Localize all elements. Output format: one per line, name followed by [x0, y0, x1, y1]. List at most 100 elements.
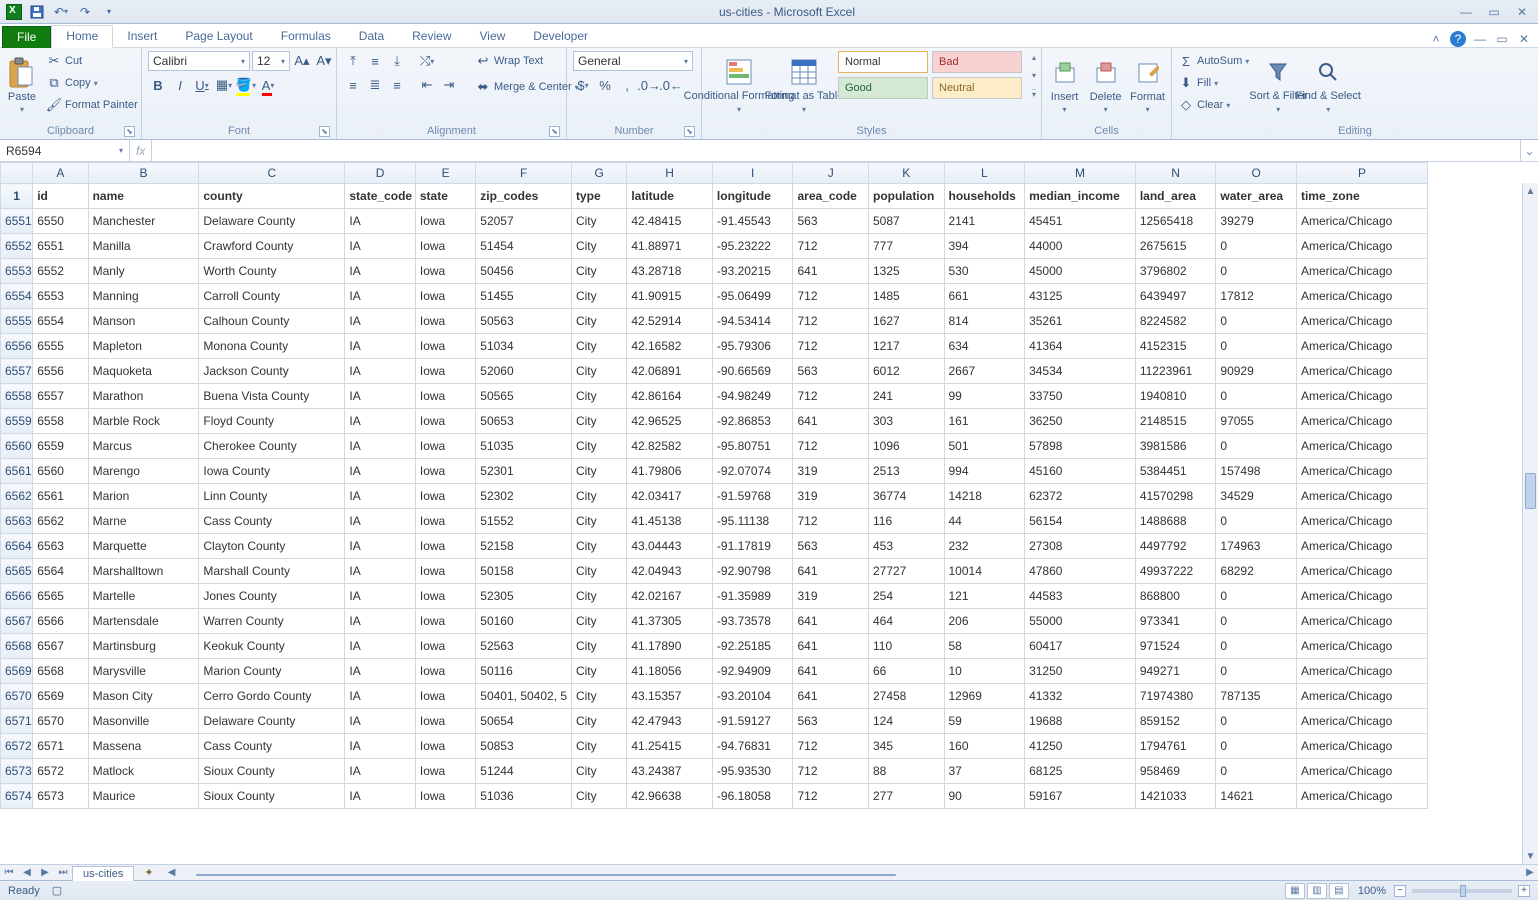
- cell[interactable]: Marion County: [199, 659, 345, 684]
- cell[interactable]: 44: [944, 509, 1025, 534]
- cell[interactable]: 43.04443: [627, 534, 713, 559]
- cell[interactable]: -91.17819: [712, 534, 793, 559]
- ribbon-tab-insert[interactable]: Insert: [113, 26, 171, 47]
- cell[interactable]: City: [571, 784, 626, 809]
- row-header[interactable]: 6562: [1, 484, 33, 509]
- cell[interactable]: 6557: [33, 384, 88, 409]
- cell[interactable]: IA: [345, 734, 415, 759]
- column-header[interactable]: K: [868, 163, 944, 184]
- align-bottom-icon[interactable]: ⤓: [387, 51, 407, 71]
- cell[interactable]: City: [571, 534, 626, 559]
- spreadsheet-grid[interactable]: ABCDEFGHIJKLMNOP 1idnamecountystate_code…: [0, 162, 1428, 809]
- cell[interactable]: 41364: [1025, 334, 1136, 359]
- cell[interactable]: IA: [345, 534, 415, 559]
- cell[interactable]: IA: [345, 659, 415, 684]
- table-row[interactable]: 65736572MatlockSioux CountyIAIowa51244Ci…: [1, 759, 1428, 784]
- cell[interactable]: America/Chicago: [1296, 609, 1427, 634]
- cell[interactable]: 121: [944, 584, 1025, 609]
- cell[interactable]: 6571: [33, 734, 88, 759]
- increase-indent-icon[interactable]: ⇥: [439, 75, 459, 95]
- column-header[interactable]: J: [793, 163, 869, 184]
- cell[interactable]: 42.16582: [627, 334, 713, 359]
- cell[interactable]: 41.88971: [627, 234, 713, 259]
- page-break-view-icon[interactable]: ▤: [1329, 883, 1349, 899]
- cell[interactable]: 160: [944, 734, 1025, 759]
- table-row[interactable]: 65676566MartensdaleWarren CountyIAIowa50…: [1, 609, 1428, 634]
- cell[interactable]: Marcus: [88, 434, 199, 459]
- delete-cells-button[interactable]: Delete▾: [1089, 51, 1122, 119]
- underline-icon[interactable]: U▾: [192, 75, 212, 95]
- cell[interactable]: 44000: [1025, 234, 1136, 259]
- cell[interactable]: IA: [345, 709, 415, 734]
- cell[interactable]: time_zone: [1296, 184, 1427, 209]
- cell[interactable]: 37: [944, 759, 1025, 784]
- cell[interactable]: 50565: [476, 384, 572, 409]
- cell[interactable]: City: [571, 234, 626, 259]
- cell[interactable]: America/Chicago: [1296, 309, 1427, 334]
- cell[interactable]: 124: [868, 709, 944, 734]
- increase-decimal-icon[interactable]: .0→: [639, 75, 659, 95]
- cell[interactable]: 34529: [1216, 484, 1297, 509]
- cell[interactable]: 6564: [33, 559, 88, 584]
- cell[interactable]: -93.20215: [712, 259, 793, 284]
- table-row[interactable]: 65746573MauriceSioux CountyIAIowa51036Ci…: [1, 784, 1428, 809]
- cell[interactable]: 345: [868, 734, 944, 759]
- cell[interactable]: 0: [1216, 759, 1297, 784]
- cell[interactable]: Calhoun County: [199, 309, 345, 334]
- cell[interactable]: 206: [944, 609, 1025, 634]
- cell[interactable]: 50654: [476, 709, 572, 734]
- table-row[interactable]: 65526551ManillaCrawford CountyIAIowa5145…: [1, 234, 1428, 259]
- sheet-tab[interactable]: us-cities: [72, 866, 134, 881]
- cell[interactable]: City: [571, 709, 626, 734]
- cell[interactable]: 563: [793, 534, 869, 559]
- cell[interactable]: Martelle: [88, 584, 199, 609]
- cell[interactable]: 33750: [1025, 384, 1136, 409]
- redo-icon[interactable]: ↷: [76, 3, 94, 21]
- cell[interactable]: 0: [1216, 384, 1297, 409]
- cell[interactable]: Sioux County: [199, 759, 345, 784]
- cell[interactable]: 3981586: [1135, 434, 1216, 459]
- cell[interactable]: 712: [793, 784, 869, 809]
- cell[interactable]: 49937222: [1135, 559, 1216, 584]
- table-row[interactable]: 65686567MartinsburgKeokuk CountyIAIowa52…: [1, 634, 1428, 659]
- row-header[interactable]: 6559: [1, 409, 33, 434]
- cell[interactable]: -95.06499: [712, 284, 793, 309]
- name-box[interactable]: R6594▾: [0, 140, 130, 161]
- styles-scroll-up-icon[interactable]: ▴: [1032, 53, 1036, 62]
- cell[interactable]: 71974380: [1135, 684, 1216, 709]
- cell[interactable]: Iowa: [415, 484, 475, 509]
- cell[interactable]: 41.45138: [627, 509, 713, 534]
- row-header[interactable]: 6570: [1, 684, 33, 709]
- clipboard-launcher-icon[interactable]: ⬊: [124, 126, 135, 137]
- save-icon[interactable]: [28, 3, 46, 21]
- cell[interactable]: City: [571, 734, 626, 759]
- cell[interactable]: Iowa: [415, 234, 475, 259]
- cell[interactable]: 464: [868, 609, 944, 634]
- cell[interactable]: 52057: [476, 209, 572, 234]
- cell[interactable]: 453: [868, 534, 944, 559]
- cell[interactable]: 116: [868, 509, 944, 534]
- cell[interactable]: 39279: [1216, 209, 1297, 234]
- column-header[interactable]: F: [476, 163, 572, 184]
- cell[interactable]: City: [571, 759, 626, 784]
- row-header[interactable]: 6573: [1, 759, 33, 784]
- cell[interactable]: -91.45543: [712, 209, 793, 234]
- bold-icon[interactable]: B: [148, 75, 168, 95]
- cell[interactable]: 0: [1216, 734, 1297, 759]
- cell[interactable]: 712: [793, 509, 869, 534]
- cell[interactable]: 241: [868, 384, 944, 409]
- cell[interactable]: 859152: [1135, 709, 1216, 734]
- row-header[interactable]: 1: [1, 184, 33, 209]
- cell[interactable]: 641: [793, 659, 869, 684]
- cell[interactable]: 42.96525: [627, 409, 713, 434]
- cell[interactable]: City: [571, 384, 626, 409]
- cell[interactable]: 6572: [33, 759, 88, 784]
- row-header[interactable]: 6558: [1, 384, 33, 409]
- table-row[interactable]: 65536552ManlyWorth CountyIAIowa50456City…: [1, 259, 1428, 284]
- select-all-corner[interactable]: [1, 163, 33, 184]
- cell[interactable]: 777: [868, 234, 944, 259]
- formula-expand-icon[interactable]: ⌄: [1520, 140, 1538, 161]
- cell[interactable]: IA: [345, 784, 415, 809]
- cell[interactable]: 27458: [868, 684, 944, 709]
- cell[interactable]: 50563: [476, 309, 572, 334]
